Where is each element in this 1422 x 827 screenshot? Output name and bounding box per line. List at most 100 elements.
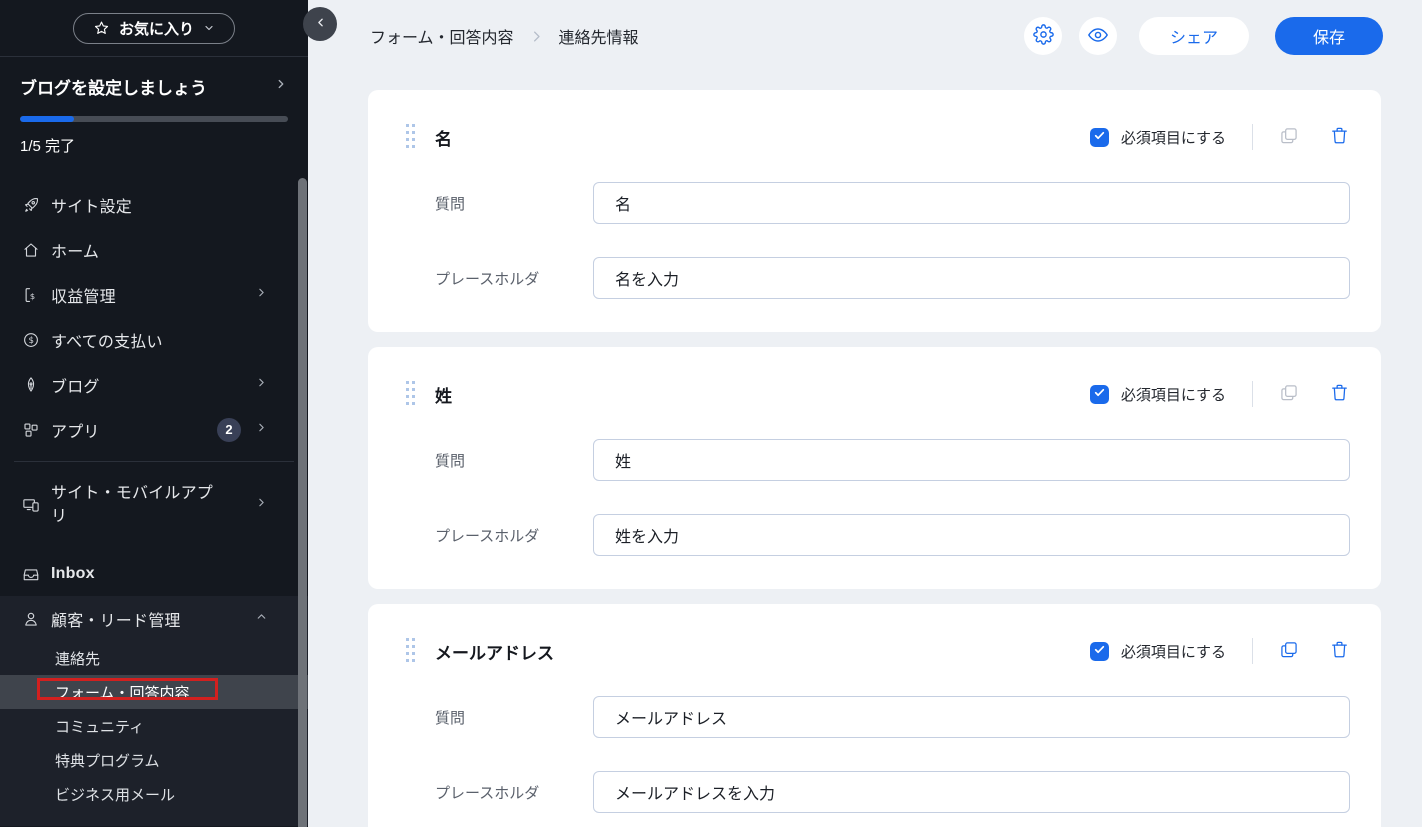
required-checkbox[interactable]: [1090, 128, 1109, 147]
sidebar-item-site-mobile-app[interactable]: サイト・モバイルアプリ: [0, 471, 308, 539]
sidebar-divider: [14, 461, 294, 462]
sidebar-item-label: Inbox: [51, 565, 95, 583]
sidebar-subitem-label: ビジネス用メール: [55, 784, 175, 805]
main-area: フォーム・回答内容 連絡先情報 シェア 保存: [308, 0, 1422, 827]
form-fields-list: 名 必須項目にする: [308, 72, 1422, 827]
delete-button[interactable]: [1328, 640, 1350, 662]
required-label: 必須項目にする: [1121, 641, 1226, 662]
copy-icon: [1279, 640, 1299, 663]
page-header: フォーム・回答内容 連絡先情報 シェア 保存: [308, 0, 1422, 72]
sidebar-item-apps[interactable]: アプリ 2: [0, 407, 308, 452]
setup-progress-fill: [20, 116, 74, 122]
sidebar-scrollbar-thumb[interactable]: [298, 178, 307, 827]
sidebar-subitem-label: 特典プログラム: [55, 750, 160, 771]
setup-title: ブログを設定しましょう: [20, 74, 207, 99]
sidebar-subitem-loyalty-program[interactable]: 特典プログラム: [0, 743, 308, 777]
trash-icon: [1330, 383, 1349, 405]
field-tools: 必須項目にする: [1090, 381, 1350, 407]
breadcrumb-current: 連絡先情報: [559, 24, 639, 48]
monitor-phone-icon: [22, 496, 40, 514]
settings-button[interactable]: [1024, 17, 1062, 55]
duplicate-button[interactable]: [1278, 126, 1300, 148]
save-button[interactable]: 保存: [1275, 17, 1383, 55]
drag-handle-icon[interactable]: [405, 380, 417, 408]
sidebar-subitem-community[interactable]: コミュニティ: [0, 709, 308, 743]
drag-handle-icon[interactable]: [405, 637, 417, 665]
check-icon: [1093, 643, 1106, 659]
sidebar-item-inbox[interactable]: Inbox: [0, 551, 308, 596]
rocket-icon: [22, 196, 40, 214]
question-input[interactable]: [593, 439, 1350, 481]
field-title: 名: [435, 125, 452, 150]
trash-icon: [1330, 126, 1349, 148]
preview-button[interactable]: [1079, 17, 1117, 55]
sidebar-item-label: 顧客・リード管理: [51, 607, 181, 631]
favorites-button[interactable]: お気に入り: [73, 13, 235, 44]
sidebar-subitem-label: 連絡先: [55, 648, 100, 669]
placeholder-input[interactable]: [593, 771, 1350, 813]
sidebar-menu: サイト設定 ホーム $ 収益管理 $ すべての支払い: [0, 182, 308, 826]
duplicate-button[interactable]: [1278, 640, 1300, 662]
sidebar-item-site-settings[interactable]: サイト設定: [0, 182, 308, 227]
person-icon: [22, 610, 40, 628]
star-icon: [93, 20, 110, 37]
delete-button[interactable]: [1328, 383, 1350, 405]
delete-button[interactable]: [1328, 126, 1350, 148]
sidebar-group-crm: 顧客・リード管理 連絡先 フォーム・回答内容 コミュニティ 特典プログラム ビジ…: [0, 596, 308, 826]
required-checkbox[interactable]: [1090, 642, 1109, 661]
question-input[interactable]: [593, 696, 1350, 738]
chevron-left-icon: [314, 16, 327, 32]
sidebar-item-label: アプリ: [51, 418, 100, 442]
sidebar-item-label: サイト・モバイルアプリ: [51, 482, 216, 528]
check-icon: [1093, 129, 1106, 145]
sidebar-item-label: サイト設定: [51, 193, 132, 217]
sidebar-item-blog[interactable]: ブログ: [0, 362, 308, 407]
apps-count-badge: 2: [217, 418, 241, 442]
eye-icon: [1087, 24, 1109, 49]
field-tools: 必須項目にする: [1090, 638, 1350, 664]
drag-handle-icon[interactable]: [405, 123, 417, 151]
required-label: 必須項目にする: [1121, 384, 1226, 405]
header-actions: シェア 保存: [1024, 17, 1383, 55]
setup-progress-bar: [20, 116, 288, 122]
sidebar-item-home[interactable]: ホーム: [0, 227, 308, 272]
breadcrumb-parent[interactable]: フォーム・回答内容: [370, 24, 514, 48]
setup-checklist-link[interactable]: ブログを設定しましょう: [20, 74, 288, 99]
sidebar-item-payments[interactable]: $ すべての支払い: [0, 317, 308, 362]
sidebar-item-revenue[interactable]: $ 収益管理: [0, 272, 308, 317]
sidebar-item-label: ホーム: [51, 238, 99, 262]
sidebar-item-label: ブログ: [51, 373, 100, 397]
sidebar-top-bar: お気に入り: [0, 0, 308, 57]
chevron-down-icon: [203, 22, 215, 34]
inbox-icon: [22, 565, 40, 583]
gear-icon: [1033, 24, 1054, 48]
sidebar-subitem-contacts[interactable]: 連絡先: [0, 641, 308, 675]
chevron-up-icon: [255, 610, 268, 628]
field-tools: 必須項目にする: [1090, 124, 1350, 150]
question-input[interactable]: [593, 182, 1350, 224]
apps-grid-icon: [22, 421, 40, 439]
divider: [1252, 124, 1253, 150]
sidebar-subitem-business-email[interactable]: ビジネス用メール: [0, 777, 308, 811]
favorites-label: お気に入り: [119, 18, 194, 39]
form-field-card-email: メールアドレス 必須項目にする: [368, 604, 1381, 827]
svg-text:$: $: [29, 336, 34, 346]
sidebar-collapse-button[interactable]: [303, 7, 337, 41]
chevron-right-icon: [274, 77, 288, 96]
circle-dollar-icon: $: [22, 331, 40, 349]
sidebar-item-crm[interactable]: 顧客・リード管理: [0, 596, 308, 641]
duplicate-button[interactable]: [1278, 383, 1300, 405]
placeholder-input[interactable]: [593, 514, 1350, 556]
placeholder-input[interactable]: [593, 257, 1350, 299]
question-label: 質問: [435, 707, 593, 728]
chevron-right-icon: [255, 286, 268, 304]
trash-icon: [1330, 640, 1349, 662]
sidebar-item-label: 収益管理: [51, 283, 116, 307]
sidebar-subitem-forms-submissions[interactable]: フォーム・回答内容: [0, 675, 308, 709]
receipt-dollar-icon: $: [22, 286, 40, 304]
chevron-right-icon: [255, 496, 268, 514]
chevron-right-icon: [255, 376, 268, 394]
required-checkbox[interactable]: [1090, 385, 1109, 404]
share-button[interactable]: シェア: [1139, 17, 1249, 55]
sidebar: お気に入り ブログを設定しましょう 1/5 完了 サイト設定: [0, 0, 308, 827]
